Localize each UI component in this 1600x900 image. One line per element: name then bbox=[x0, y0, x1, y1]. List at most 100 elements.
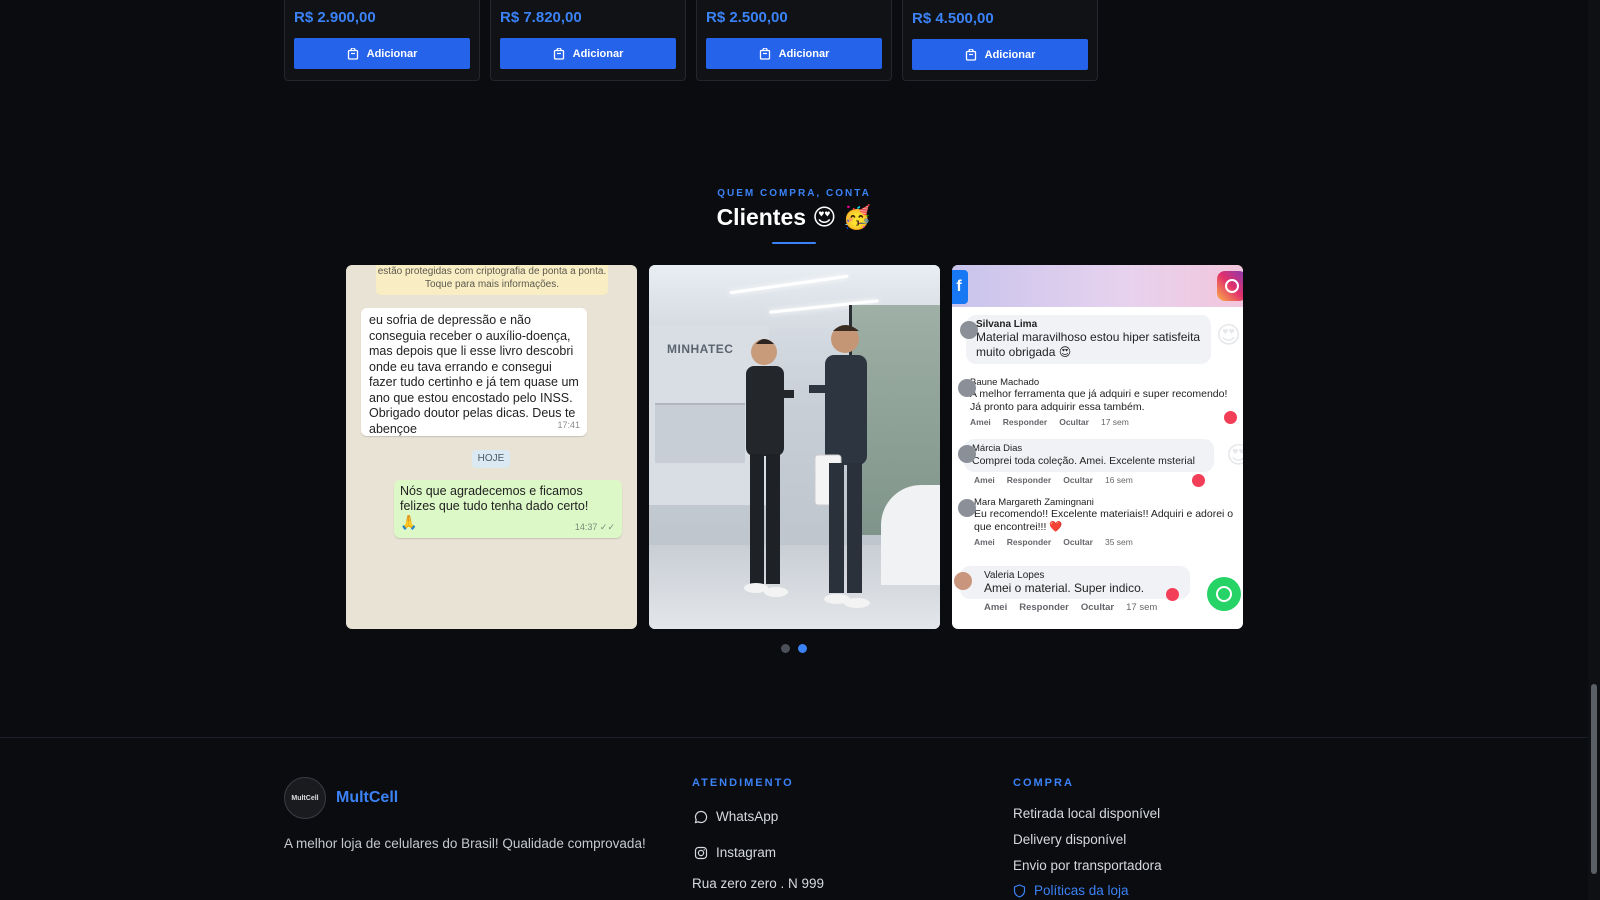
commenter-name: Mara Margareth Zamingnani bbox=[974, 497, 1094, 508]
comment-actions[interactable]: Amei Responder Ocultar 16 sem bbox=[964, 475, 1214, 485]
instagram-link[interactable]: Instagram bbox=[694, 845, 776, 860]
store-brand-sign: MINHATEC bbox=[667, 342, 734, 356]
add-button-label: Adicionar bbox=[366, 47, 418, 60]
encryption-notice: estão protegidas com criptografia de pon… bbox=[376, 265, 608, 295]
shopping-bag-icon bbox=[759, 47, 770, 60]
instagram-outline-icon bbox=[694, 846, 708, 859]
comment-time: 35 sem bbox=[1104, 537, 1133, 547]
product-price: R$ 4.500,00 bbox=[912, 10, 994, 27]
customer-figure bbox=[809, 325, 870, 608]
like-action[interactable]: Amei bbox=[974, 537, 995, 547]
incoming-message-text: eu sofria de depressão e não conseguia r… bbox=[369, 313, 579, 436]
store-policies-link[interactable]: Políticas da loja bbox=[1013, 883, 1129, 898]
heart-reaction-icon bbox=[1192, 474, 1205, 487]
comment-actions[interactable]: Amei Responder Ocultar 17 sem bbox=[964, 417, 1239, 427]
add-to-cart-button[interactable]: Adicionar bbox=[294, 38, 470, 69]
heart-eyes-emoji: 😍 bbox=[1215, 322, 1241, 349]
product-price: R$ 2.900,00 bbox=[294, 9, 376, 26]
comment-text: Amei o material. Super indico. bbox=[984, 581, 1145, 595]
add-button-label: Adicionar bbox=[572, 47, 624, 60]
incoming-message: eu sofria de depressão e não conseguia r… bbox=[361, 308, 587, 436]
footer-brand[interactable]: MultCell MultCell bbox=[284, 777, 398, 819]
shipping-info: Envio por transportadora bbox=[1013, 858, 1162, 873]
whatsapp-link[interactable]: WhatsApp bbox=[694, 809, 778, 824]
whatsapp-icon bbox=[1207, 577, 1241, 611]
store-counter bbox=[881, 485, 940, 585]
comment-item: Valeria Lopes Amei o material. Super ind… bbox=[954, 566, 1190, 613]
commenter-name: Silvana Lima bbox=[976, 319, 1038, 330]
like-action[interactable]: Amei bbox=[984, 602, 1007, 613]
scrollbar-thumb[interactable] bbox=[1591, 684, 1597, 874]
comments-header bbox=[952, 265, 1243, 307]
carousel-dot[interactable] bbox=[781, 644, 790, 653]
comment-bubble: Márcia Dias Comprei toda coleção. Amei. … bbox=[964, 439, 1214, 472]
carousel-dots bbox=[781, 644, 807, 653]
comment-text: A melhor ferramenta que já adquiri e sup… bbox=[970, 388, 1228, 413]
store-shelf bbox=[655, 403, 745, 463]
add-to-cart-button[interactable]: Adicionar bbox=[500, 38, 676, 69]
add-button-label: Adicionar bbox=[984, 48, 1036, 61]
atendimento-heading: ATENDIMENTO bbox=[692, 777, 794, 789]
avatar bbox=[960, 321, 978, 339]
reply-action[interactable]: Responder bbox=[1003, 417, 1047, 427]
logo-text: MultCell bbox=[291, 794, 319, 802]
hide-action[interactable]: Ocultar bbox=[1063, 537, 1093, 547]
avatar bbox=[958, 499, 976, 517]
heart-eyes-emoji: 😍 bbox=[1225, 442, 1243, 469]
pickup-info: Retirada local disponível bbox=[1013, 806, 1161, 821]
add-to-cart-button[interactable]: Adicionar bbox=[912, 39, 1088, 70]
reply-action[interactable]: Responder bbox=[1019, 602, 1069, 613]
hide-action[interactable]: Ocultar bbox=[1059, 417, 1089, 427]
testimonials-carousel[interactable]: estão protegidas com criptografia de pon… bbox=[346, 265, 1243, 629]
avatar bbox=[954, 572, 972, 590]
chat-bubble-icon bbox=[694, 810, 708, 823]
product-card: R$ 7.820,00 Adicionar bbox=[490, 0, 686, 81]
heart-reaction-icon bbox=[1224, 411, 1237, 424]
facebook-icon: f bbox=[952, 270, 968, 304]
carousel-dot-active[interactable] bbox=[798, 644, 807, 653]
comment-text: Comprei toda coleção. Amei. Excelente ms… bbox=[972, 455, 1195, 467]
whatsapp-link-label: WhatsApp bbox=[716, 809, 779, 824]
shopping-bag-icon bbox=[965, 48, 976, 61]
comment-actions[interactable]: Amei Responder Ocultar 35 sem bbox=[964, 537, 1243, 547]
commenter-name: Valeria Lopes bbox=[984, 570, 1045, 581]
store-policies-label: Políticas da loja bbox=[1034, 883, 1129, 898]
comment-text: Material maravilhoso estou hiper satisfe… bbox=[976, 330, 1201, 359]
hide-action[interactable]: Ocultar bbox=[1063, 475, 1093, 485]
section-eyebrow: QUEM COMPRA, CONTA bbox=[717, 188, 871, 199]
brand-name: MultCell bbox=[336, 789, 399, 806]
avatar bbox=[958, 379, 976, 397]
outgoing-message-time: 14:37 ✓✓ bbox=[574, 522, 615, 532]
reply-action[interactable]: Responder bbox=[1007, 475, 1051, 485]
delivery-info: Delivery disponível bbox=[1013, 832, 1127, 847]
store-address: Rua zero zero . N 999 bbox=[692, 876, 825, 891]
like-action[interactable]: Amei bbox=[974, 475, 995, 485]
day-divider: HOJE bbox=[472, 450, 510, 468]
heart-reaction-icon bbox=[1166, 588, 1179, 601]
product-card: R$ 2.500,00 Adicionar bbox=[696, 0, 892, 81]
store-photo-slide: MINHATEC bbox=[649, 265, 940, 629]
like-action[interactable]: Amei bbox=[970, 417, 991, 427]
reply-action[interactable]: Responder bbox=[1007, 537, 1051, 547]
comment-bubble: Silvana Lima Material maravilhoso estou … bbox=[966, 315, 1211, 364]
incoming-message-time: 17:41 bbox=[557, 419, 580, 430]
add-button-label: Adicionar bbox=[778, 47, 830, 60]
commenter-name: Márcia Dias bbox=[972, 443, 1023, 454]
add-to-cart-button[interactable]: Adicionar bbox=[706, 38, 882, 69]
comment-item: Márcia Dias Comprei toda coleção. Amei. … bbox=[958, 439, 1214, 485]
outgoing-message: Nós que agradecemos e ficamos felizes qu… bbox=[394, 480, 622, 538]
product-price: R$ 7.820,00 bbox=[500, 9, 582, 26]
compra-heading: COMPRA bbox=[1013, 777, 1074, 789]
section-title: Clientes 😍 🥳 bbox=[716, 204, 872, 230]
page-scrollbar[interactable] bbox=[1588, 0, 1600, 900]
salesperson-figure bbox=[744, 339, 794, 597]
comment-time: 17 sem bbox=[1126, 602, 1158, 613]
site-footer: MultCell MultCell A melhor loja de celul… bbox=[0, 737, 1588, 900]
comment-time: 17 sem bbox=[1100, 417, 1129, 427]
hide-action[interactable]: Ocultar bbox=[1081, 602, 1114, 613]
commenter-name: Baune Machado bbox=[970, 377, 1040, 388]
comment-actions[interactable]: Amei Responder Ocultar 17 sem bbox=[960, 602, 1190, 613]
product-row: R$ 2.900,00 Adicionar R$ 7.820,00 Adicio… bbox=[284, 0, 1098, 81]
shopping-bag-icon bbox=[347, 47, 358, 60]
comment-item: Silvana Lima Material maravilhoso estou … bbox=[960, 315, 1211, 364]
